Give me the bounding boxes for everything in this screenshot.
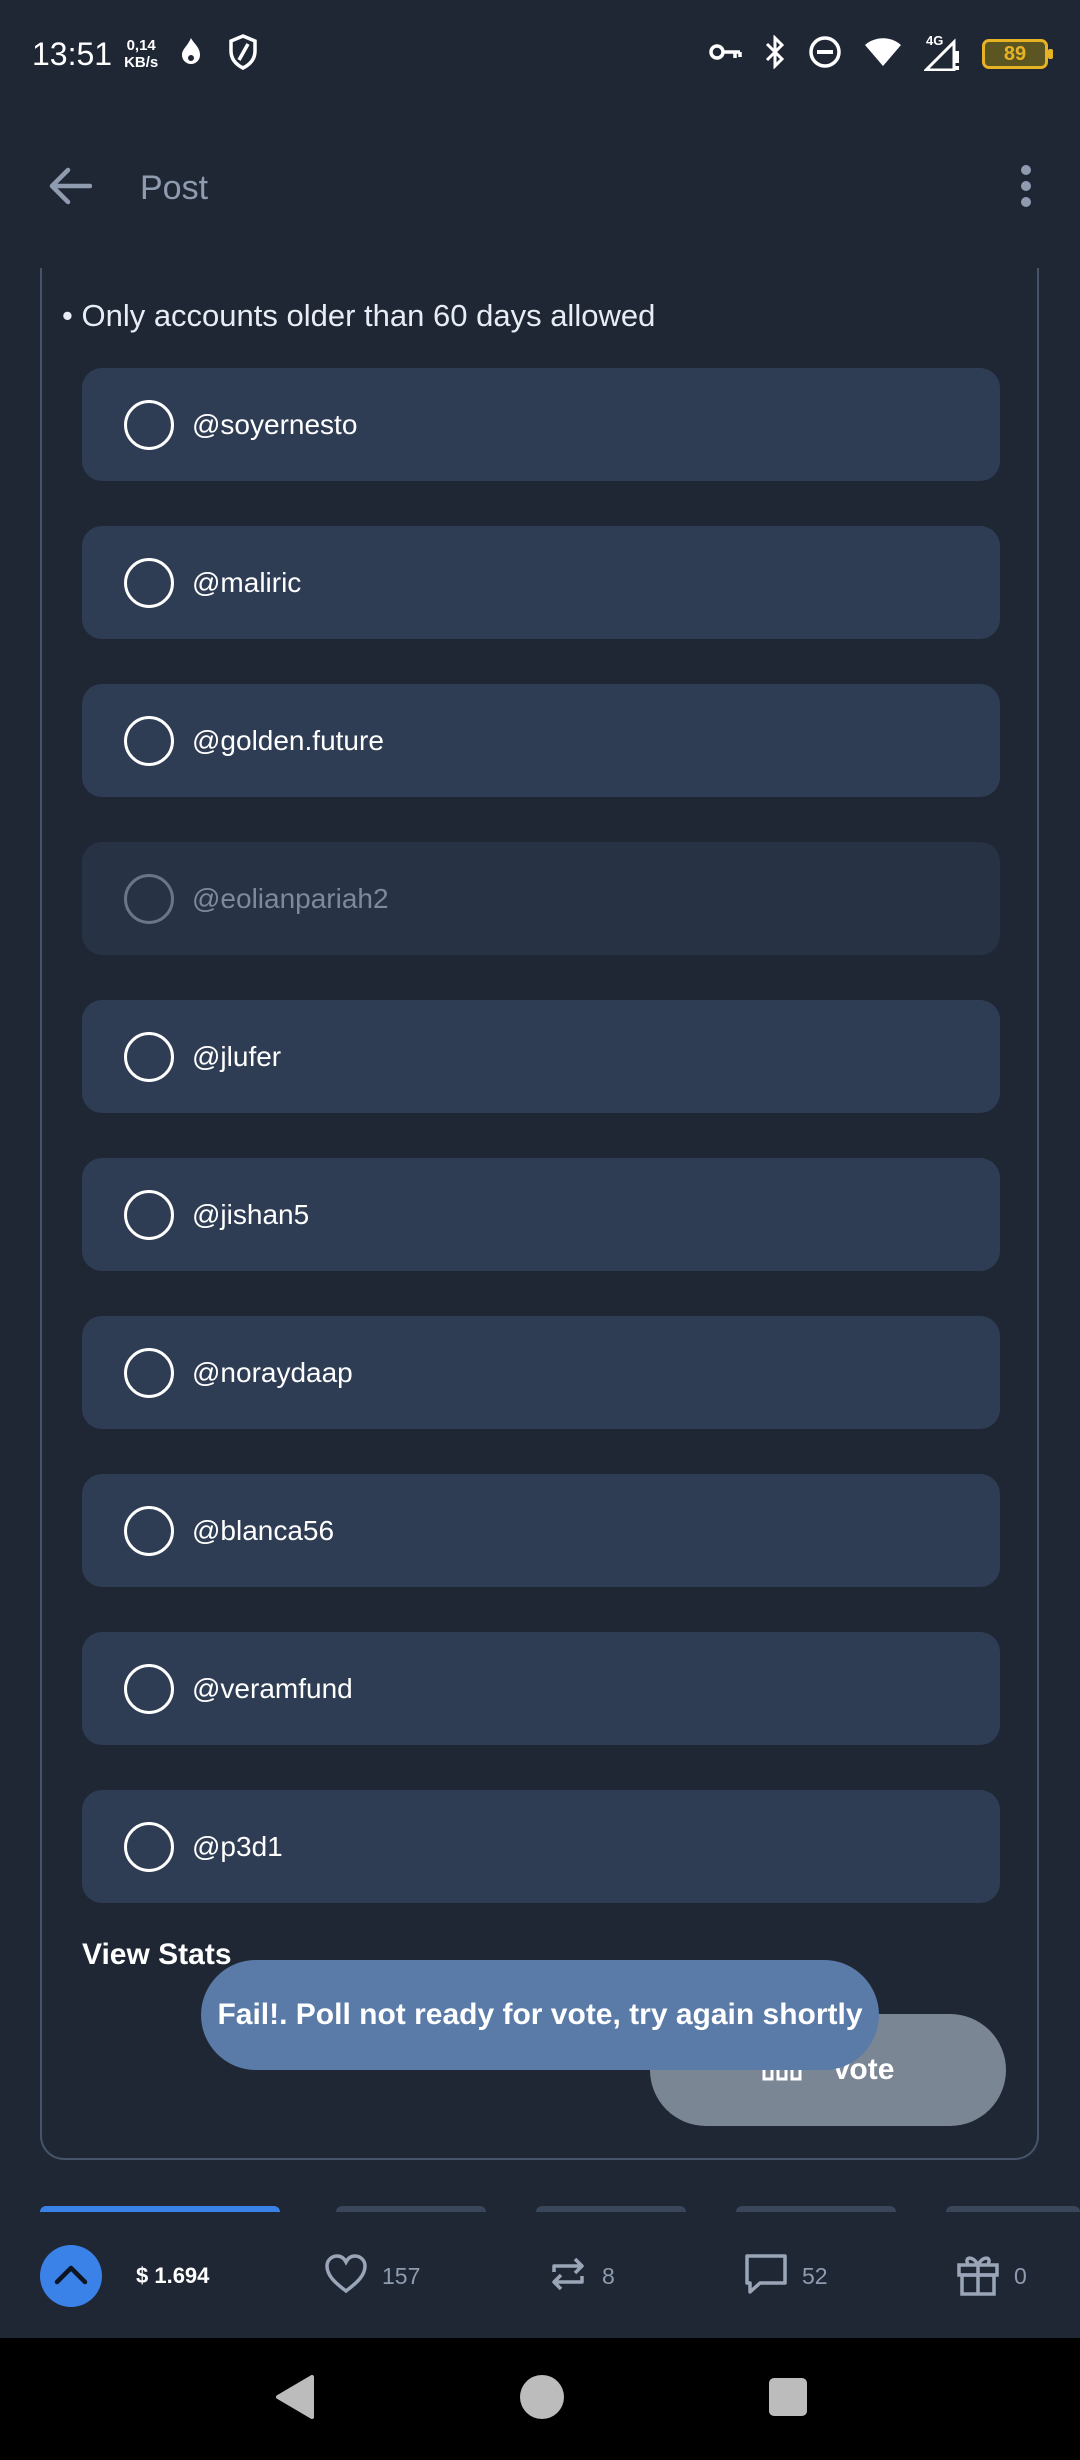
wifi-icon [864, 37, 902, 72]
poll-option-label: @jishan5 [192, 1198, 310, 1230]
reblog-button[interactable]: 8 [548, 2254, 615, 2299]
poll-option-label: @jlufer [192, 1040, 282, 1072]
gift-count: 0 [1014, 2262, 1027, 2289]
shield-icon [228, 33, 258, 75]
poll-option-label: @blanca56 [192, 1514, 335, 1546]
more-vert-icon[interactable] [1020, 164, 1032, 213]
poll-option[interactable]: @noraydaap [82, 1316, 1000, 1429]
network-speed: 0,14 KB/s [124, 37, 158, 71]
network-type: 4G [926, 33, 944, 48]
nav-back-icon[interactable] [272, 2373, 316, 2426]
status-time: 13:51 [32, 35, 113, 72]
poll-option-label: @golden.future [192, 724, 384, 756]
poll-option[interactable]: @maliric [82, 526, 1000, 639]
radio-button[interactable] [124, 557, 174, 608]
radio-button[interactable] [124, 399, 174, 450]
radio-button[interactable] [124, 1821, 174, 1872]
status-bar: 13:51 0,14 KB/s 4G 89 [0, 0, 1080, 108]
view-stats-link[interactable]: View Stats [82, 1938, 232, 1972]
battery-indicator: 89 [982, 39, 1053, 69]
reblog-count: 8 [602, 2262, 615, 2289]
network-speed-unit: KB/s [124, 54, 159, 71]
dnd-icon [808, 35, 842, 74]
nav-home-icon[interactable] [519, 2374, 565, 2425]
comment-button[interactable]: 52 [744, 2253, 828, 2300]
poll-rule: • Only accounts older than 60 days allow… [62, 298, 656, 333]
poll-options: @soyernesto @maliric @golden.future @eol… [82, 368, 1000, 1903]
like-count: 157 [382, 2262, 421, 2289]
tab-indicator [536, 2206, 686, 2212]
network-speed-value: 0,14 [126, 37, 156, 54]
like-button[interactable]: 157 [324, 2253, 421, 2299]
poll-option-label: @maliric [192, 566, 302, 598]
system-nav-bar [0, 2338, 1080, 2460]
radio-button[interactable] [124, 1663, 174, 1714]
radio-button[interactable] [124, 1505, 174, 1556]
app-bar: Post [0, 108, 1080, 268]
comment-icon [744, 2253, 788, 2300]
tab-indicator [736, 2206, 896, 2212]
tab-indicator-active [40, 2206, 280, 2212]
poll-option[interactable]: @blanca56 [82, 1474, 1000, 1587]
page-title: Post [140, 168, 209, 207]
payout-value[interactable]: $ 1.694 [136, 2263, 209, 2289]
gift-button[interactable]: 0 [956, 2252, 1027, 2301]
poll-option[interactable]: @soyernesto [82, 368, 1000, 481]
nav-recents-icon[interactable] [768, 2377, 808, 2422]
heart-icon [324, 2253, 368, 2299]
upvote-button[interactable] [40, 2245, 102, 2307]
arrow-left-icon[interactable] [48, 166, 93, 211]
radio-button[interactable] [124, 1347, 174, 1398]
poll-card: • Only accounts older than 60 days allow… [40, 268, 1039, 2160]
tab-indicator [946, 2206, 1080, 2212]
post-action-bar: $ 1.694 157 8 52 0 [0, 2214, 1080, 2338]
bluetooth-icon [764, 33, 786, 74]
poll-option[interactable]: @veramfund [82, 1632, 1000, 1745]
chevron-up-icon [54, 2263, 88, 2290]
poll-option-label: @p3d1 [192, 1830, 283, 1862]
poll-option[interactable]: @p3d1 [82, 1790, 1000, 1903]
poll-option-label: @veramfund [192, 1672, 353, 1704]
poll-option-disabled: @eolianpariah2 [82, 842, 1000, 955]
poll-option-label: @noraydaap [192, 1356, 353, 1388]
repeat-icon [548, 2254, 588, 2299]
toast-message: Fail!. Poll not ready for vote, try agai… [201, 1960, 879, 2070]
poll-option-label: @soyernesto [192, 408, 358, 440]
radio-button[interactable] [124, 1031, 174, 1082]
poll-option-label: @eolianpariah2 [192, 882, 389, 914]
comment-count: 52 [802, 2262, 828, 2289]
signal-icon: 4G [922, 33, 960, 72]
poll-option[interactable]: @golden.future [82, 684, 1000, 797]
tab-strip [0, 2206, 1080, 2214]
gift-icon [956, 2252, 1000, 2301]
key-icon [708, 42, 742, 67]
fire-icon [180, 36, 202, 73]
battery-level: 89 [1003, 42, 1027, 65]
poll-option[interactable]: @jlufer [82, 1000, 1000, 1113]
poll-option[interactable]: @jishan5 [82, 1158, 1000, 1271]
radio-button[interactable] [124, 1189, 174, 1240]
tab-indicator [336, 2206, 486, 2212]
radio-button [124, 873, 174, 924]
radio-button[interactable] [124, 715, 174, 766]
